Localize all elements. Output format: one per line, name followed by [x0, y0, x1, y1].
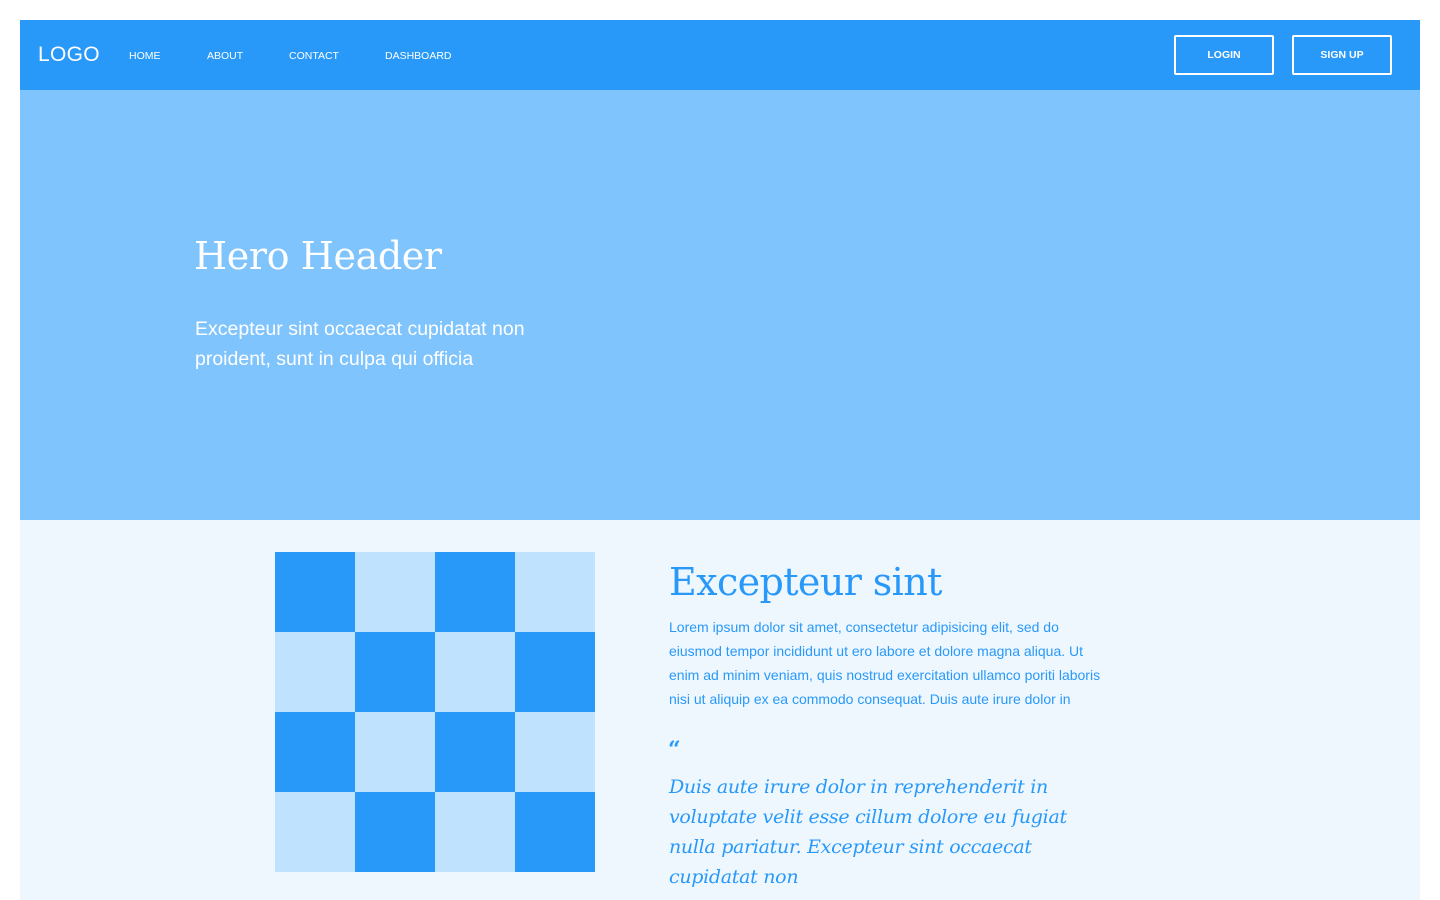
page-frame: LOGO HOME ABOUT CONTACT DASHBOARD LOGIN …	[20, 20, 1420, 900]
checker-tile	[435, 712, 515, 792]
feature-title: Excepteur sint	[669, 560, 942, 604]
feature-quote: Duis aute irure dolor in reprehenderit i…	[669, 776, 1067, 888]
nav-link-home[interactable]: HOME	[129, 50, 161, 62]
quote-mark-icon: “	[668, 737, 681, 763]
checkerboard-image	[275, 552, 595, 872]
checker-tile	[275, 712, 355, 792]
nav-link-about[interactable]: ABOUT	[207, 50, 243, 62]
hero-title: Hero Header	[194, 234, 442, 278]
checker-tile	[515, 792, 595, 872]
checker-tile	[435, 792, 515, 872]
logo[interactable]: LOGO	[38, 43, 100, 67]
top-navbar: LOGO HOME ABOUT CONTACT DASHBOARD LOGIN …	[20, 20, 1420, 90]
checker-tile	[275, 792, 355, 872]
checker-tile	[515, 712, 595, 792]
hero-section: Hero Header Excepteur sint occaecat cupi…	[20, 90, 1420, 520]
feature-body-text: Lorem ipsum dolor sit amet, consectetur …	[669, 619, 1101, 707]
checker-tile	[435, 632, 515, 712]
feature-section: Excepteur sint Lorem ipsum dolor sit ame…	[20, 520, 1420, 900]
checker-tile	[355, 552, 435, 632]
checker-tile	[355, 712, 435, 792]
checker-tile	[355, 632, 435, 712]
hero-subtitle: Excepteur sint occaecat cupidatat non pr…	[195, 318, 525, 370]
checker-tile	[515, 632, 595, 712]
nav-link-dashboard[interactable]: DASHBOARD	[385, 50, 452, 62]
checker-tile	[435, 552, 515, 632]
login-button[interactable]: LOGIN	[1174, 35, 1274, 75]
checker-tile	[275, 552, 355, 632]
checker-tile	[355, 792, 435, 872]
checker-tile	[275, 632, 355, 712]
nav-link-contact[interactable]: CONTACT	[289, 50, 339, 62]
checker-tile	[515, 552, 595, 632]
signup-button[interactable]: SIGN UP	[1292, 35, 1392, 75]
